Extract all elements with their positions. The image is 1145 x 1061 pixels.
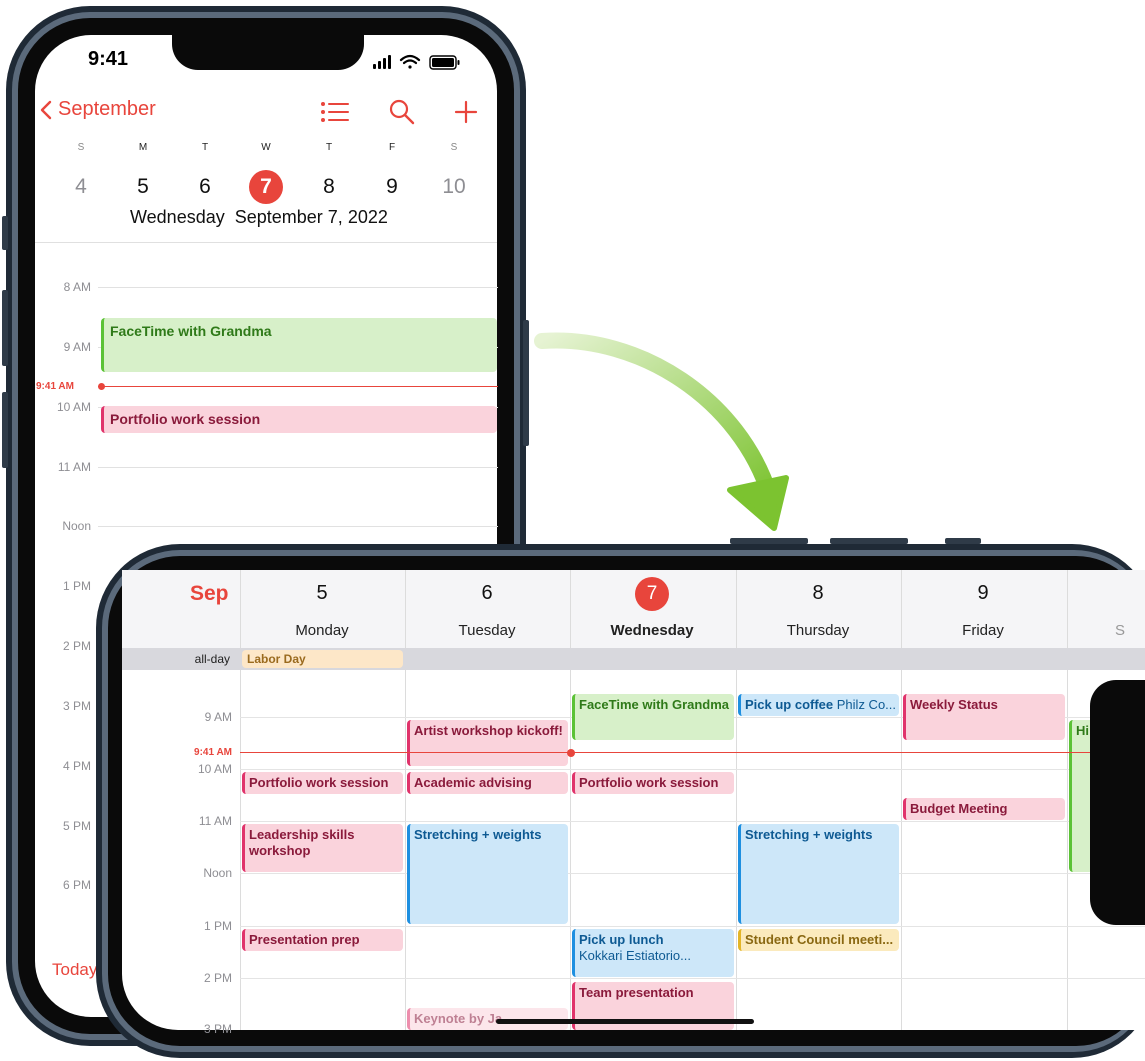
current-time-label: 9:41 AM [36,381,74,392]
current-time-line [240,752,1145,753]
day-name-selected: Wednesday [610,622,694,639]
hour-label: 10 AM [56,400,91,414]
hour-label: 2 PM [62,639,91,653]
event-presentation-prep[interactable]: Presentation prep [242,929,403,951]
current-time-label: 9:41 AM [194,747,232,758]
weekday-letter: T [201,142,209,153]
day-number[interactable]: 9 [901,582,1065,605]
hour-label: 9 AM [204,710,232,724]
volume-up-button [2,290,8,366]
event-pick-up-lunch[interactable]: Pick up lunch Kokkari Estiatorio... [572,929,734,977]
week-day-5[interactable]: 5 [126,170,160,204]
event-location: Philz Co... [836,697,897,712]
mute-switch [2,216,8,250]
selected-date: September 7, 2022 [234,207,388,227]
month-button[interactable]: Sep [190,582,229,606]
hour-label: 11 AM [57,460,91,474]
weekday-letter: S [450,142,458,153]
week-day-10[interactable]: 10 [437,170,471,204]
hour-label: 11 AM [198,814,232,828]
event-location: Kokkari Estiatorio... [579,948,691,963]
event-stretching-weights[interactable]: Stretching + weights [407,824,568,924]
signal-icon [373,55,391,69]
event-pick-up-coffee[interactable]: Pick up coffee Philz Co... [738,694,899,716]
status-icons [373,54,460,70]
back-label: September [58,98,156,120]
battery-icon [429,55,460,70]
weekday-letter: W [261,142,271,153]
current-time-dot [567,749,575,757]
current-time-line [98,386,498,387]
hour-label: 6 PM [62,878,91,892]
event-academic-advising[interactable]: Academic advising [407,772,568,794]
event-stretching-weights[interactable]: Stretching + weights [738,824,899,924]
home-indicator[interactable] [496,1019,754,1024]
weekday-letter: T [325,142,333,153]
day-name: Thursday [786,622,850,639]
hour-label: 1 PM [203,919,232,933]
status-time: 9:41 [88,48,129,70]
search-icon[interactable] [389,99,415,125]
event-portfolio-work-session[interactable]: Portfolio work session [101,406,497,433]
back-to-month-button[interactable]: September [40,98,156,121]
day-number[interactable]: 6 [405,582,569,605]
weekday-letter: M [138,142,148,153]
selected-weekday: Wednesday [130,207,225,227]
hour-label: Noon [62,519,91,533]
event-title: Pick up lunch [579,932,664,947]
current-time-dot [98,383,105,390]
hour-label: 2 PM [203,971,232,985]
event-artist-workshop-kickoff[interactable]: Artist workshop kickoff! [407,720,568,766]
hour-label: Noon [203,866,232,880]
event-portfolio-work-session[interactable]: Portfolio work session [242,772,403,794]
day-name: Tuesday [458,622,516,639]
notch [172,32,364,70]
event-facetime-grandma[interactable]: FaceTime with Grandma [572,694,734,740]
event-weekly-status[interactable]: Weekly Status [903,694,1065,740]
divider [35,242,497,243]
hour-label: 5 PM [62,819,91,833]
hour-label: 3 PM [203,1022,232,1036]
selected-date-heading: Wednesday September 7, 2022 [130,207,388,228]
week-day-4[interactable]: 4 [64,170,98,204]
week-day-8[interactable]: 8 [312,170,346,204]
day-name: Monday [295,622,349,639]
weekday-letter: F [388,142,396,153]
hour-label: 8 AM [63,280,91,294]
hour-label: 10 AM [197,762,232,776]
today-button[interactable]: Today [52,960,97,980]
event-portfolio-work-session[interactable]: Portfolio work session [572,772,734,794]
day-number[interactable]: 8 [736,582,900,605]
week-day-9[interactable]: 9 [375,170,409,204]
event-facetime-grandma[interactable]: FaceTime with Grandma [101,318,497,372]
day-name: Friday [962,622,1004,639]
week-day-6[interactable]: 6 [188,170,222,204]
hour-label: 9 AM [63,340,91,354]
chevron-left-icon [40,100,52,119]
rotate-arrow-icon [534,332,789,531]
weekday-letter: S [77,142,85,153]
wifi-icon [399,54,421,69]
day-number[interactable]: 5 [240,582,404,605]
list-view-icon[interactable] [320,100,350,124]
hour-label: 1 PM [62,579,91,593]
event-title: Pick up coffee [745,697,834,712]
event-student-council-meeting[interactable]: Student Council meeti... [738,929,899,951]
event-budget-meeting[interactable]: Budget Meeting [903,798,1065,820]
day-number-selected[interactable]: 7 [635,577,669,611]
hour-label: 3 PM [62,699,91,713]
event-labor-day[interactable]: Labor Day [242,650,403,668]
add-icon[interactable] [454,100,478,124]
day-name: S [1114,622,1125,639]
volume-down-button [2,392,8,468]
all-day-label: all-day [194,652,230,666]
week-day-7-selected[interactable]: 7 [249,170,283,204]
notch [1090,680,1145,925]
hour-label: 4 PM [62,759,91,773]
event-leadership-skills-workshop[interactable]: Leadership skills workshop [242,824,403,872]
